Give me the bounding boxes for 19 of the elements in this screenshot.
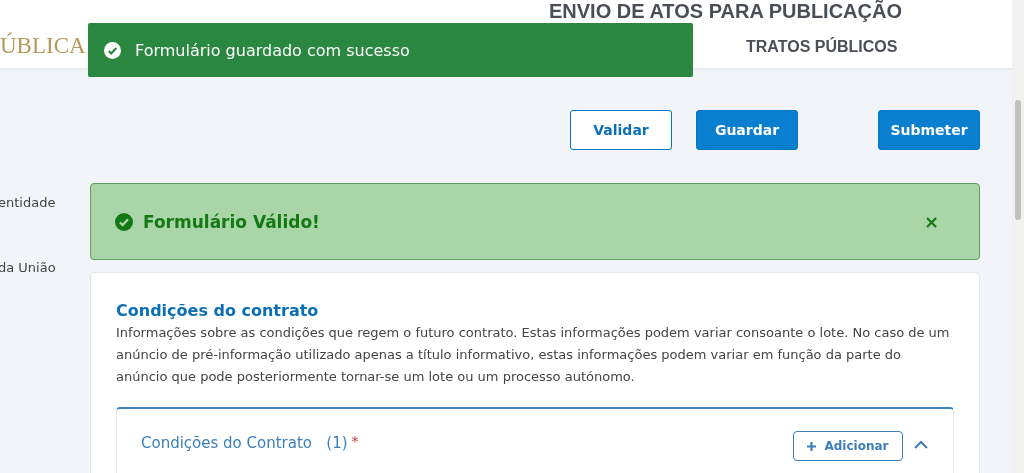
- action-button[interactable]: Submeter: [878, 110, 980, 150]
- section-description: Informações sobre as condições que regem o futuro contrato. Estas informações podem variar consoante o lote. No caso de um anúncio de pré-informação utilizado apenas a título informativo, estas informações podem variar em função da parte do anúncio que pode posteriormente tornar-se um lote ou um processo autónomo.: [116, 324, 951, 386]
- logo-text: ÚBLICA: [0, 34, 86, 57]
- collapse-chevron-icon[interactable]: [913, 440, 929, 450]
- check-circle-icon: [115, 212, 133, 231]
- panel-title: Condições do Contrato (1): [141, 434, 348, 452]
- add-button[interactable]: Adicionar: [793, 431, 903, 461]
- page-title: ENVIO DE ATOS PARA PUBLICAÇÃO: [549, 0, 902, 22]
- action-button[interactable]: Guardar: [696, 110, 798, 150]
- alert-message: Formulário Válido!: [143, 211, 320, 232]
- toast-message: Formulário guardado com sucesso: [135, 40, 410, 60]
- required-mark: *: [351, 433, 359, 449]
- action-button[interactable]: Validar: [570, 110, 672, 150]
- scrollbar-thumb[interactable]: [1015, 100, 1021, 220]
- close-button[interactable]: ×: [923, 211, 939, 232]
- check-circle-icon: [104, 41, 121, 59]
- section-title: Condições do contrato: [116, 301, 320, 320]
- page-subtitle: TRATOS PÚBLICOS: [746, 38, 898, 56]
- plus-icon: [807, 441, 817, 451]
